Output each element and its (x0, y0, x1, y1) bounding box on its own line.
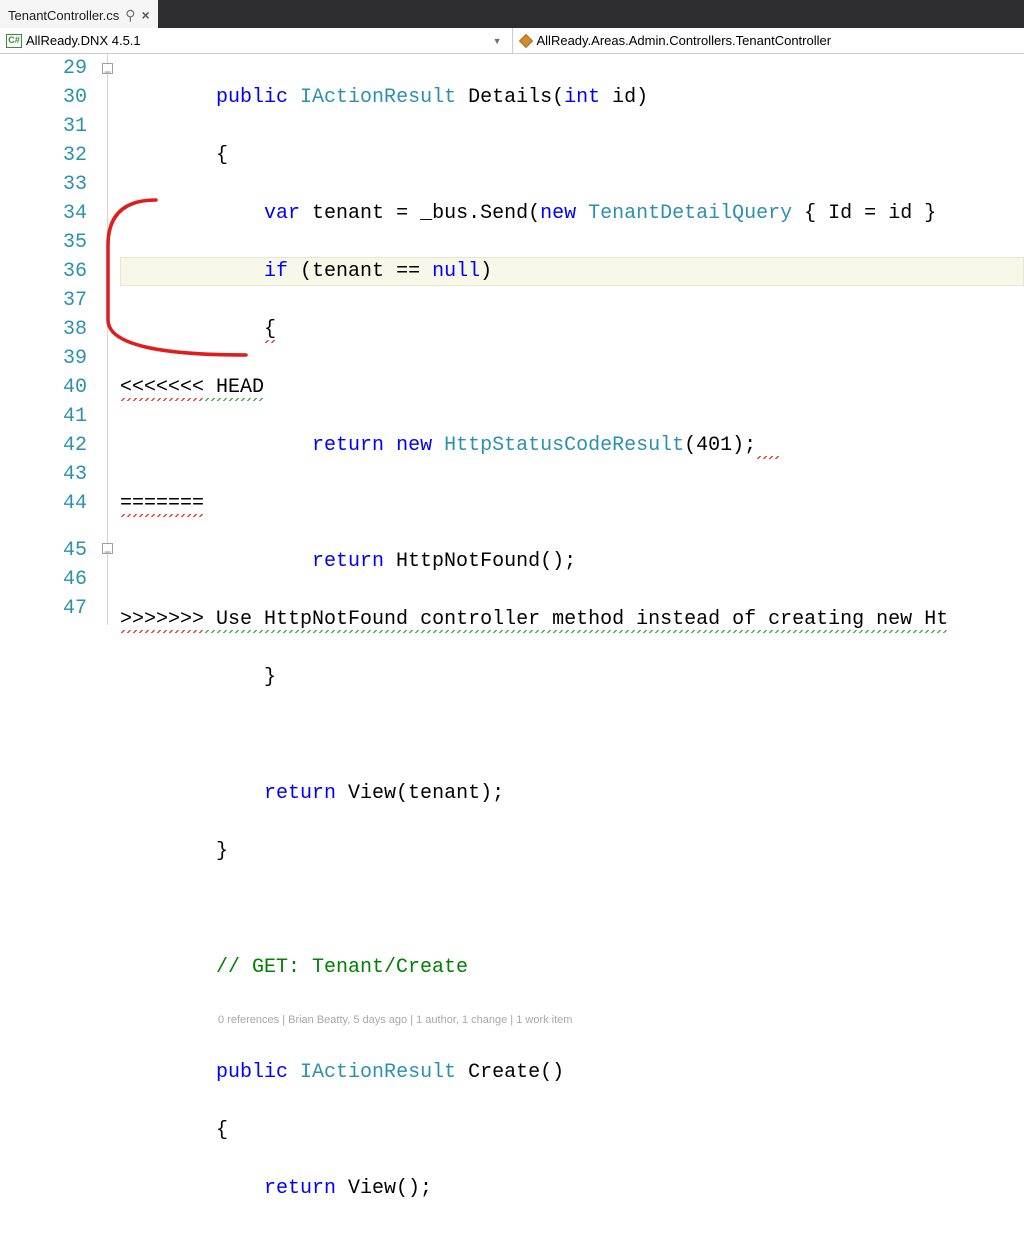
csharp-icon: C# (6, 34, 22, 48)
merge-conflict-divider: ======= (120, 489, 1024, 518)
code-area[interactable]: public IActionResult Details(int id) { v… (120, 54, 1024, 625)
fold-column (100, 54, 120, 625)
tab-filename: TenantController.cs (8, 8, 119, 23)
code-line-current: if (tenant == null) (120, 257, 1024, 286)
code-line: } (120, 837, 1024, 866)
code-line: return View(); (120, 1174, 1024, 1203)
code-line: { (120, 1116, 1024, 1145)
code-line: { (120, 141, 1024, 170)
line-number-gutter: 29 30 31 32 33 34 35 36 37 38 39 40 41 4… (0, 54, 100, 625)
project-name: AllReady.DNX 4.5.1 (26, 33, 141, 48)
merge-conflict-head: <<<<<<< HEAD (120, 373, 1024, 402)
scope-dropdown[interactable]: AllReady.Areas.Admin.Controllers.TenantC… (513, 28, 1024, 53)
code-line: { (120, 315, 1024, 344)
code-line: public IActionResult Details(int id) (120, 83, 1024, 112)
close-icon[interactable]: × (142, 7, 150, 23)
fold-toggle-icon[interactable] (102, 63, 113, 74)
project-dropdown[interactable]: C# AllReady.DNX 4.5.1 ▼ (0, 28, 513, 53)
code-editor[interactable]: 29 30 31 32 33 34 35 36 37 38 39 40 41 4… (0, 54, 1024, 625)
code-line: return View(tenant); (120, 779, 1024, 808)
code-line: var tenant = _bus.Send(new TenantDetailQ… (120, 199, 1024, 228)
file-tab[interactable]: TenantController.cs ⚲ × (0, 0, 158, 28)
nav-bar: C# AllReady.DNX 4.5.1 ▼ AllReady.Areas.A… (0, 28, 1024, 54)
codelens-info[interactable]: 0 references | Brian Beatty, 5 days ago … (120, 1011, 1024, 1029)
scope-name: AllReady.Areas.Admin.Controllers.TenantC… (537, 33, 832, 48)
tab-bar: TenantController.cs ⚲ × (0, 0, 1024, 28)
code-line: return new HttpStatusCodeResult(401); (120, 431, 1024, 460)
code-line: public IActionResult Create() (120, 1058, 1024, 1087)
merge-conflict-incoming: >>>>>>> Use HttpNotFound controller meth… (120, 605, 1024, 634)
code-line: return HttpNotFound(); (120, 547, 1024, 576)
code-line (120, 895, 1024, 924)
fold-toggle-icon[interactable] (102, 543, 113, 554)
code-line (120, 721, 1024, 750)
class-icon (519, 34, 533, 48)
code-line: } (120, 663, 1024, 692)
chevron-down-icon: ▼ (489, 36, 506, 46)
code-line: // GET: Tenant/Create (120, 953, 1024, 982)
pin-icon[interactable]: ⚲ (125, 7, 135, 24)
